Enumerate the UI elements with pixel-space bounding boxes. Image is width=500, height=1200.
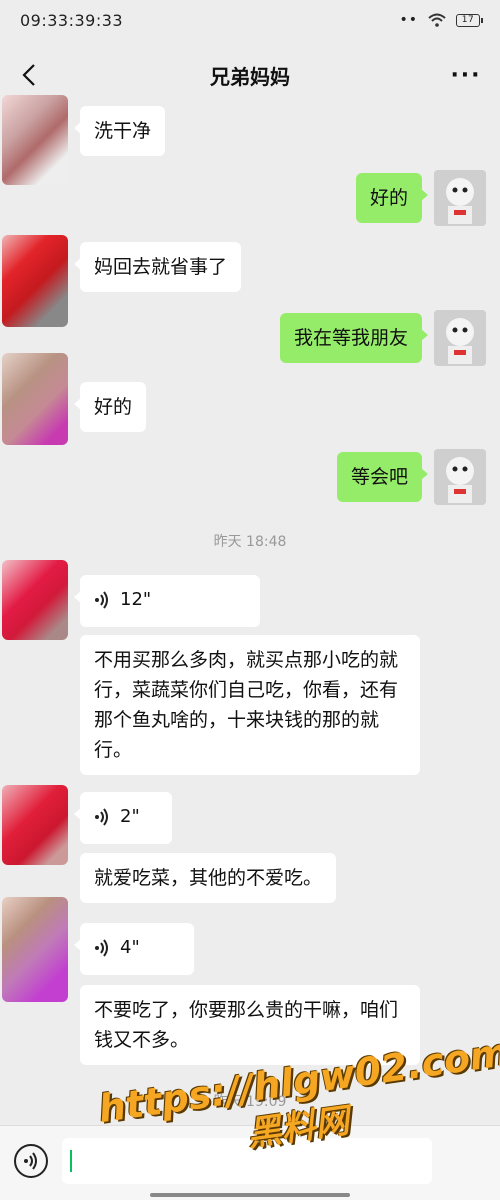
status-bar: 09:33:39:33 •• 17: [0, 0, 500, 40]
timestamp: 昨天 18:48: [213, 534, 287, 550]
message-text: 不要吃了，你要那么贵的干嘛，咱们钱又不多。: [94, 999, 399, 1051]
chevron-left-icon: [22, 64, 35, 86]
voice-wave-icon: [95, 808, 108, 826]
voice-message: 4": [94, 933, 180, 963]
avatar[interactable]: [434, 170, 486, 226]
voice-duration: 4": [120, 937, 140, 958]
voice-duration: 2": [120, 806, 140, 827]
avatar[interactable]: [2, 95, 68, 185]
battery-icon: 17: [456, 13, 483, 27]
message-text: 我在等我朋友: [293, 327, 408, 349]
battery-level: 17: [461, 14, 475, 25]
voice-message-bubble[interactable]: 4": [74, 923, 194, 975]
avatar[interactable]: [2, 785, 68, 865]
avatar[interactable]: [434, 449, 486, 505]
message-text: 等会吧: [350, 466, 408, 488]
home-indicator: [150, 1193, 350, 1197]
message-text: 好的: [94, 396, 133, 418]
voice-message-bubble[interactable]: 2": [74, 792, 172, 844]
voice-message: 12": [94, 585, 246, 615]
avatar[interactable]: [2, 897, 68, 1002]
message-text: 妈回去就省事了: [94, 256, 228, 278]
avatar[interactable]: [2, 560, 68, 640]
back-button[interactable]: [14, 60, 44, 90]
message-bubble-incoming[interactable]: 不用买那么多肉，就买点那小吃的就行，菜蔬菜你们自己吃，你看，还有那个鱼丸啥的，十…: [80, 635, 420, 775]
message-text: 就爱吃菜，其他的不爱吃。: [94, 867, 323, 889]
voice-wave-icon: [24, 1152, 37, 1170]
status-time: 09:33:39:33: [20, 10, 124, 30]
avatar[interactable]: [434, 310, 486, 366]
text-caret: [70, 1150, 72, 1172]
status-icons: •• 17: [399, 12, 483, 28]
dog-avatar-icon: [434, 170, 486, 226]
avatar[interactable]: [2, 353, 68, 445]
dog-avatar-icon: [434, 310, 486, 366]
message-bubble-incoming[interactable]: 洗干净: [73, 106, 166, 156]
voice-message-bubble[interactable]: 12": [74, 575, 260, 627]
message-bubble-outgoing[interactable]: 好的: [355, 173, 429, 223]
avatar[interactable]: [2, 235, 68, 327]
message-text: 洗干净: [94, 120, 152, 142]
message-bubble-incoming[interactable]: 好的: [73, 382, 147, 432]
more-options-button[interactable]: ···: [448, 60, 484, 90]
voice-message: 2": [94, 802, 158, 832]
message-list[interactable]: 洗干净 好的 妈回去就省事了 我在等我朋友 好的 等会吧 昨天 18:48 12…: [0, 95, 500, 1125]
wifi-icon: [428, 13, 446, 27]
message-bubble-incoming[interactable]: 妈回去就省事了: [73, 242, 242, 292]
chat-title: 兄弟妈妈: [210, 64, 290, 89]
message-bubble-outgoing[interactable]: 等会吧: [336, 452, 429, 502]
message-bubble-incoming[interactable]: 就爱吃菜，其他的不爱吃。: [80, 853, 337, 903]
dog-avatar-icon: [434, 449, 486, 505]
notification-dots-icon: ••: [399, 12, 418, 28]
voice-wave-icon: [95, 591, 108, 609]
voice-wave-icon: [95, 939, 108, 957]
message-bubble-outgoing[interactable]: 我在等我朋友: [279, 313, 429, 363]
message-text: 不用买那么多肉，就买点那小吃的就行，菜蔬菜你们自己吃，你看，还有那个鱼丸啥的，十…: [94, 649, 399, 761]
message-text: 好的: [369, 187, 408, 209]
voice-input-toggle[interactable]: [14, 1144, 48, 1178]
voice-duration: 12": [120, 589, 152, 610]
